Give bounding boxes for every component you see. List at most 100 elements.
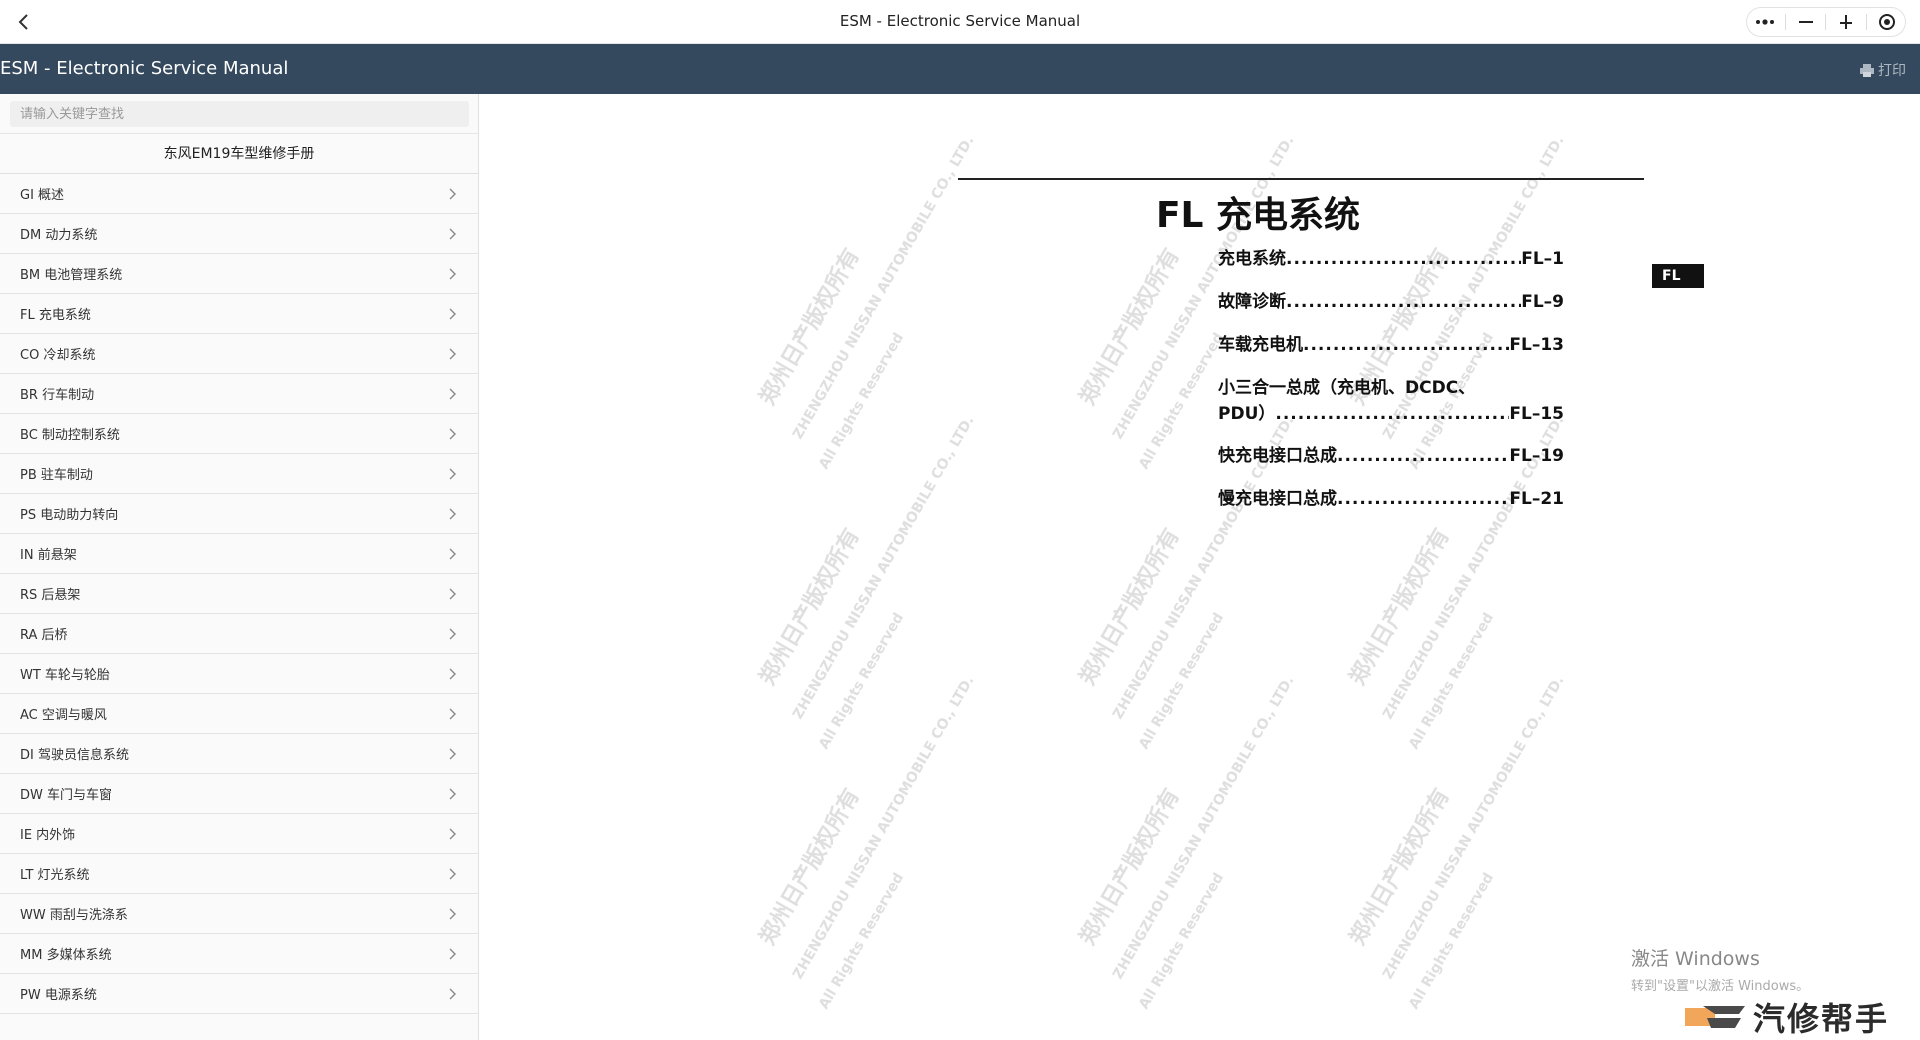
chapter-label: WW 雨刮与洗涤系	[20, 908, 128, 923]
sidebar-chapter-item[interactable]: IE 内外饰	[0, 814, 478, 854]
toc-entry[interactable]: 慢充电接口总成.................................…	[1218, 484, 1564, 527]
document-title: FL 充电系统	[1155, 195, 1361, 236]
section-tab: FL	[1652, 264, 1704, 288]
chevron-right-icon	[449, 868, 456, 879]
toc-entry[interactable]: 故障诊断....................................…	[1218, 287, 1564, 330]
chapter-label: RA 后桥	[20, 628, 68, 643]
chevron-right-icon	[449, 468, 456, 479]
chevron-right-icon	[449, 428, 456, 439]
chapter-label: CO 冷却系统	[20, 348, 96, 363]
separator	[1784, 14, 1786, 30]
chapter-label: BR 行车制动	[20, 388, 95, 403]
chevron-right-icon	[449, 708, 456, 719]
window-controls	[1746, 7, 1906, 37]
toc-entry[interactable]: 小三合一总成（充电机、DCDC、 PDU）....................…	[1218, 373, 1564, 441]
windows-activation-notice: 激活 Windows 转到"设置"以激活 Windows。	[1631, 944, 1809, 994]
toc-entry[interactable]: 车载充电机...................................…	[1218, 330, 1564, 373]
sidebar-chapter-item[interactable]: WW 雨刮与洗涤系	[0, 894, 478, 934]
sidebar-chapter-item[interactable]: BR 行车制动	[0, 374, 478, 414]
app-header: ESM - Electronic Service Manual 打印	[0, 44, 1920, 94]
document-page: FL 充电系统 充电系统............................…	[878, 94, 1644, 1040]
toc-entry-title: 慢充电接口总成	[1218, 489, 1337, 509]
chapter-label: PB 驻车制动	[20, 468, 93, 483]
toc-entry-title: PDU）	[1218, 404, 1276, 424]
sidebar-chapter-item[interactable]: IN 前悬架	[0, 534, 478, 574]
chevron-right-icon	[449, 308, 456, 319]
title-rule	[958, 178, 1644, 180]
chevron-right-icon	[449, 508, 456, 519]
chapter-label: BC 制动控制系统	[20, 428, 120, 443]
watermark-text: 郑州日产版权所有	[755, 244, 865, 410]
chapter-list: GI 概述 DM 动力系统 BM 电池管理系统 FL 充电系统 CO 冷却系统 BR 行车…	[0, 174, 478, 1014]
chapter-label: PW 电源系统	[20, 988, 97, 1003]
toc-entry-page: FL–21	[1509, 489, 1564, 509]
search-input[interactable]	[10, 101, 469, 127]
record-icon[interactable]	[1871, 9, 1903, 35]
toc-entry-page: FL–1	[1521, 249, 1564, 269]
chapter-label: MM 多媒体系统	[20, 948, 112, 963]
sidebar-chapter-item[interactable]: DM 动力系统	[0, 214, 478, 254]
window-title: ESM - Electronic Service Manual	[839, 12, 1081, 30]
toc-entry-page: FL–19	[1509, 446, 1564, 466]
sidebar-chapter-item[interactable]: CO 冷却系统	[0, 334, 478, 374]
toc-leader-dots: ........................................…	[1286, 292, 1521, 312]
chevron-right-icon	[449, 268, 456, 279]
print-button[interactable]: 打印	[1860, 60, 1906, 80]
watermark-text: 郑州日产版权所有	[755, 524, 865, 690]
toc-row: 慢充电接口总成.................................…	[1218, 484, 1564, 527]
sidebar: 东风EM19车型维修手册 GI 概述 DM 动力系统 BM 电池管理系统 FL 充电系…	[0, 94, 479, 1040]
sidebar-chapter-item[interactable]: AC 空调与暖风	[0, 694, 478, 734]
chapter-label: BM 电池管理系统	[20, 268, 123, 283]
separator	[1825, 14, 1827, 30]
chevron-right-icon	[449, 388, 456, 399]
chapter-label: LT 灯光系统	[20, 868, 90, 883]
sidebar-chapter-item[interactable]: RA 后桥	[0, 614, 478, 654]
toc-row: 充电系统....................................…	[1218, 244, 1564, 287]
toc-row: 故障诊断....................................…	[1218, 287, 1564, 330]
activation-subtitle: 转到"设置"以激活 Windows。	[1631, 979, 1810, 994]
chevron-right-icon	[449, 788, 456, 799]
chapter-label: GI 概述	[20, 188, 65, 203]
sidebar-chapter-item[interactable]: PB 驻车制动	[0, 454, 478, 494]
chapter-label: IE 内外饰	[20, 828, 76, 843]
sidebar-chapter-item[interactable]: DW 车门与车窗	[0, 774, 478, 814]
chevron-right-icon	[449, 668, 456, 679]
sidebar-chapter-item[interactable]: LT 灯光系统	[0, 854, 478, 894]
sidebar-chapter-item[interactable]: PW 电源系统	[0, 974, 478, 1014]
print-label: 打印	[1878, 63, 1906, 79]
more-icon[interactable]	[1749, 9, 1781, 35]
sidebar-chapter-item[interactable]: DI 驾驶员信息系统	[0, 734, 478, 774]
toc-leader-dots: ........................................…	[1303, 335, 1509, 355]
chevron-right-icon	[449, 628, 456, 639]
toc-entry[interactable]: 快充电接口总成.................................…	[1218, 441, 1564, 484]
sidebar-chapter-item[interactable]: WT 车轮与轮胎	[0, 654, 478, 694]
toc-entry[interactable]: 充电系统....................................…	[1218, 244, 1564, 287]
sidebar-chapter-item[interactable]: BM 电池管理系统	[0, 254, 478, 294]
minimize-icon[interactable]	[1790, 9, 1822, 35]
toc-row: 快充电接口总成.................................…	[1218, 441, 1564, 484]
chevron-right-icon	[449, 188, 456, 199]
sidebar-chapter-item[interactable]: GI 概述	[0, 174, 478, 214]
chapter-label: DM 动力系统	[20, 228, 98, 243]
toc-leader-dots: ........................................…	[1275, 404, 1509, 424]
chapter-label: WT 车轮与轮胎	[20, 668, 110, 683]
toc-leader-dots: ........................................…	[1286, 249, 1521, 269]
chevron-right-icon	[449, 828, 456, 839]
chapter-label: PS 电动助力转向	[20, 508, 119, 523]
sidebar-chapter-item[interactable]: BC 制动控制系统	[0, 414, 478, 454]
sidebar-chapter-item[interactable]: MM 多媒体系统	[0, 934, 478, 974]
brand-watermark: 汽修帮手	[1685, 994, 1889, 1040]
brand-logo-icon	[1685, 1006, 1745, 1028]
watermark-text: 郑州日产版权所有	[755, 784, 865, 950]
app-title: ESM - Electronic Service Manual	[0, 58, 289, 79]
chevron-right-icon	[449, 748, 456, 759]
sidebar-chapter-item[interactable]: FL 充电系统	[0, 294, 478, 334]
separator	[1866, 14, 1868, 30]
sidebar-chapter-item[interactable]: PS 电动助力转向	[0, 494, 478, 534]
activation-title: 激活 Windows	[1631, 948, 1760, 970]
chapter-label: AC 空调与暖风	[20, 708, 107, 723]
chapter-label: IN 前悬架	[20, 548, 77, 563]
sidebar-chapter-item[interactable]: RS 后悬架	[0, 574, 478, 614]
pin-icon[interactable]	[1830, 9, 1862, 35]
toc-entry-title: 车载充电机	[1218, 335, 1303, 355]
